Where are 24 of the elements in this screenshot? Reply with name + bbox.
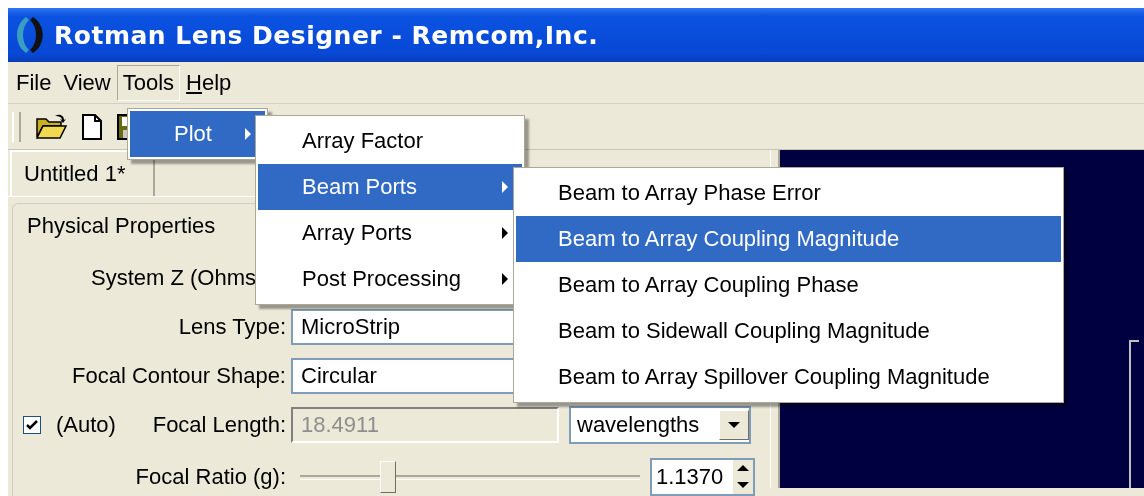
- menu-bar-item[interactable]: View: [57, 64, 117, 101]
- document-tab[interactable]: Untitled 1*: [10, 150, 155, 196]
- window-title: Rotman Lens Designer - Remcom,Inc.: [54, 20, 599, 50]
- field-label: Focal Ratio (g):: [134, 463, 286, 490]
- menu-item[interactable]: Beam to Array Coupling Magnitude: [516, 216, 1061, 262]
- toolbar-grip[interactable]: [12, 111, 21, 142]
- spin-arrows-icon[interactable]: [733, 459, 753, 494]
- field-label: Focal Contour Shape:: [70, 362, 286, 389]
- field-label: Focal Length:: [152, 411, 286, 438]
- new-document-icon[interactable]: [81, 112, 103, 141]
- checkbox-label: (Auto): [56, 411, 116, 438]
- field-label: Lens Type:: [177, 313, 286, 340]
- spin-field[interactable]: 1.1370: [650, 457, 755, 496]
- slider-thumb[interactable]: [380, 460, 397, 493]
- open-folder-icon[interactable]: [35, 112, 67, 141]
- menu-item[interactable]: Plot: [130, 111, 265, 157]
- menu-item[interactable]: Beam to Array Coupling Phase: [516, 262, 1061, 308]
- menu-bar-item[interactable]: Tools: [116, 64, 181, 101]
- menu-bar-item[interactable]: Help: [180, 64, 238, 101]
- field-label: System Z (Ohms: [90, 264, 256, 291]
- menu-bar-item[interactable]: File: [10, 64, 58, 101]
- panel-title: Physical Properties: [27, 212, 216, 240]
- slider-track[interactable]: [300, 458, 640, 495]
- menu-item[interactable]: Beam Ports: [258, 164, 522, 210]
